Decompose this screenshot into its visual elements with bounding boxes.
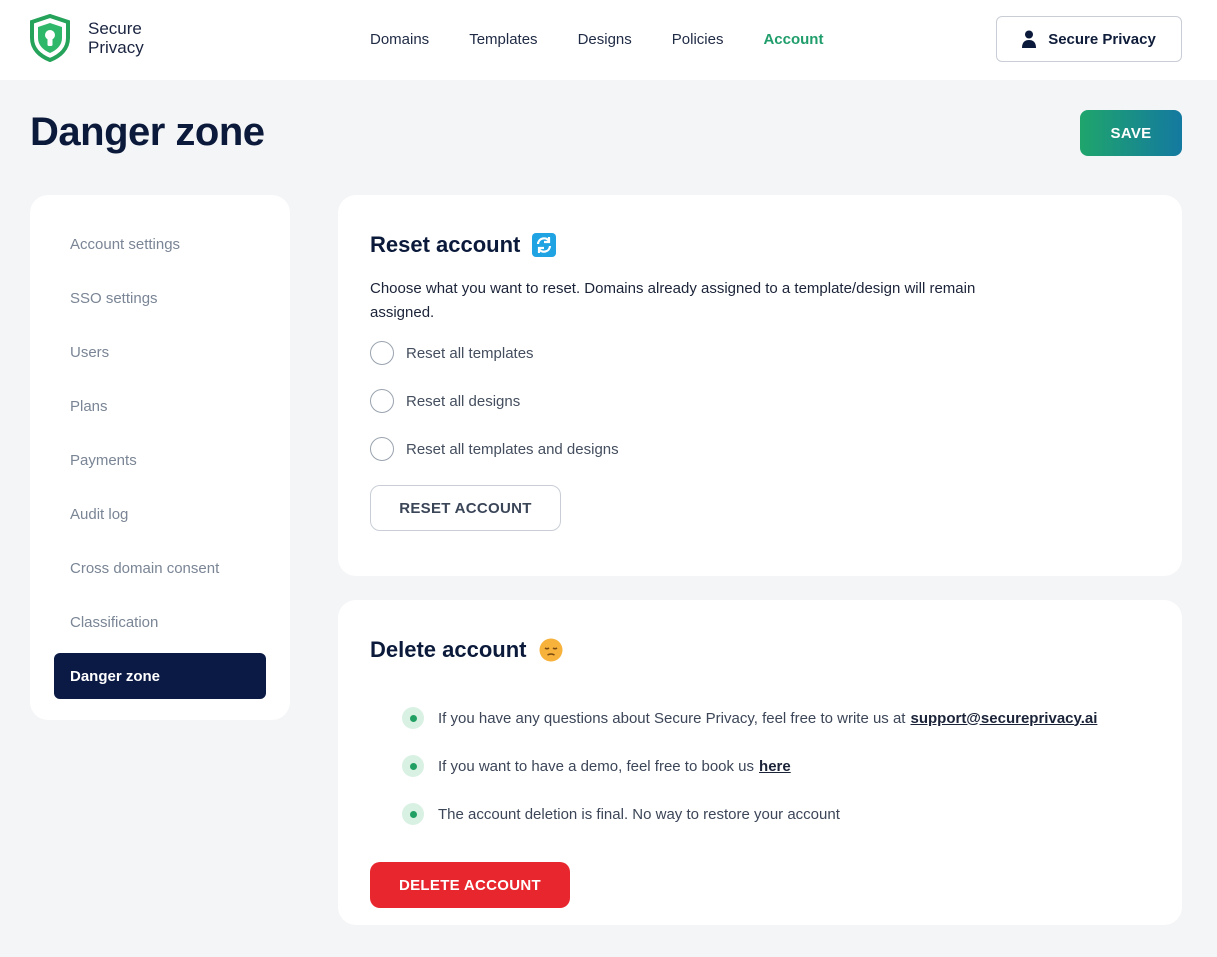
top-header: Secure Privacy Domains Templates Designs… (0, 0, 1217, 80)
delete-info-list: If you have any questions about Secure P… (370, 694, 1150, 838)
sidebar-item-cross-domain-consent[interactable]: Cross domain consent (54, 545, 266, 591)
sidebar-item-sso-settings[interactable]: SSO settings (54, 275, 266, 321)
brand-name-line1: Secure (88, 19, 142, 38)
book-demo-link[interactable]: here (759, 758, 791, 775)
brand-name: Secure Privacy (88, 19, 158, 57)
shield-logo-icon (30, 14, 70, 62)
sidebar-item-plans[interactable]: Plans (54, 383, 266, 429)
radio-reset-designs[interactable] (370, 389, 394, 413)
main-nav: Domains Templates Designs Policies Accou… (370, 31, 863, 48)
reset-option-templates-and-designs[interactable]: Reset all templates and designs (370, 425, 1150, 473)
sidebar-item-classification[interactable]: Classification (54, 599, 266, 645)
list-item: If you want to have a demo, feel free to… (402, 742, 1150, 790)
bullet-dot-icon (402, 707, 424, 729)
logo[interactable]: Secure Privacy (28, 14, 158, 62)
account-sidebar: Account settings SSO settings Users Plan… (30, 195, 290, 720)
nav-policies[interactable]: Policies (672, 31, 724, 48)
delete-account-title: Delete account (370, 637, 527, 662)
reset-account-title: Reset account (370, 232, 521, 257)
reset-option-designs[interactable]: Reset all designs (370, 377, 1150, 425)
bullet-text: If you want to have a demo, feel free to… (438, 757, 755, 775)
sidebar-item-audit-log[interactable]: Audit log (54, 491, 266, 537)
reset-option-templates[interactable]: Reset all templates (370, 329, 1150, 377)
reset-account-description: Choose what you want to reset. Domains a… (370, 280, 976, 321)
bullet-text: If you have any questions about Secure P… (438, 709, 906, 727)
nav-account[interactable]: Account (763, 31, 823, 48)
delete-account-card: Delete account If you have any questions… (338, 600, 1182, 925)
nav-templates[interactable]: Templates (469, 31, 537, 48)
delete-account-button[interactable]: DELETE ACCOUNT (370, 862, 570, 908)
reset-option-label: Reset all designs (406, 392, 521, 410)
list-item: The account deletion is final. No way to… (402, 790, 1150, 838)
page-title: Danger zone (30, 110, 265, 154)
save-button[interactable]: SAVE (1080, 110, 1182, 156)
sidebar-item-users[interactable]: Users (54, 329, 266, 375)
radio-reset-templates[interactable] (370, 341, 394, 365)
pensive-face-icon (539, 638, 563, 662)
reset-account-card: Reset account Choose what you want to re… (338, 195, 1182, 576)
sidebar-item-payments[interactable]: Payments (54, 437, 266, 483)
nav-domains[interactable]: Domains (370, 31, 429, 48)
radio-reset-templates-and-designs[interactable] (370, 437, 394, 461)
bullet-dot-icon (402, 803, 424, 825)
sidebar-item-danger-zone[interactable]: Danger zone (54, 653, 266, 699)
reset-account-title-row: Reset account (370, 231, 1150, 259)
nav-designs[interactable]: Designs (578, 31, 632, 48)
user-menu-button[interactable]: Secure Privacy (996, 16, 1182, 62)
reset-account-button[interactable]: RESET ACCOUNT (370, 485, 561, 531)
refresh-icon (532, 233, 557, 257)
bullet-text: The account deletion is final. No way to… (438, 805, 840, 823)
support-email-link[interactable]: support@secureprivacy.ai (910, 710, 1097, 727)
delete-account-title-row: Delete account (370, 636, 1150, 664)
reset-option-label: Reset all templates and designs (406, 440, 619, 458)
brand-name-line2: Privacy (88, 38, 144, 57)
bullet-dot-icon (402, 755, 424, 777)
reset-options: Reset all templates Reset all designs Re… (370, 329, 1150, 473)
list-item: If you have any questions about Secure P… (402, 694, 1150, 742)
sidebar-item-account-settings[interactable]: Account settings (54, 221, 266, 267)
user-menu-label: Secure Privacy (1048, 30, 1156, 48)
reset-option-label: Reset all templates (406, 344, 534, 362)
user-icon (1022, 30, 1037, 48)
